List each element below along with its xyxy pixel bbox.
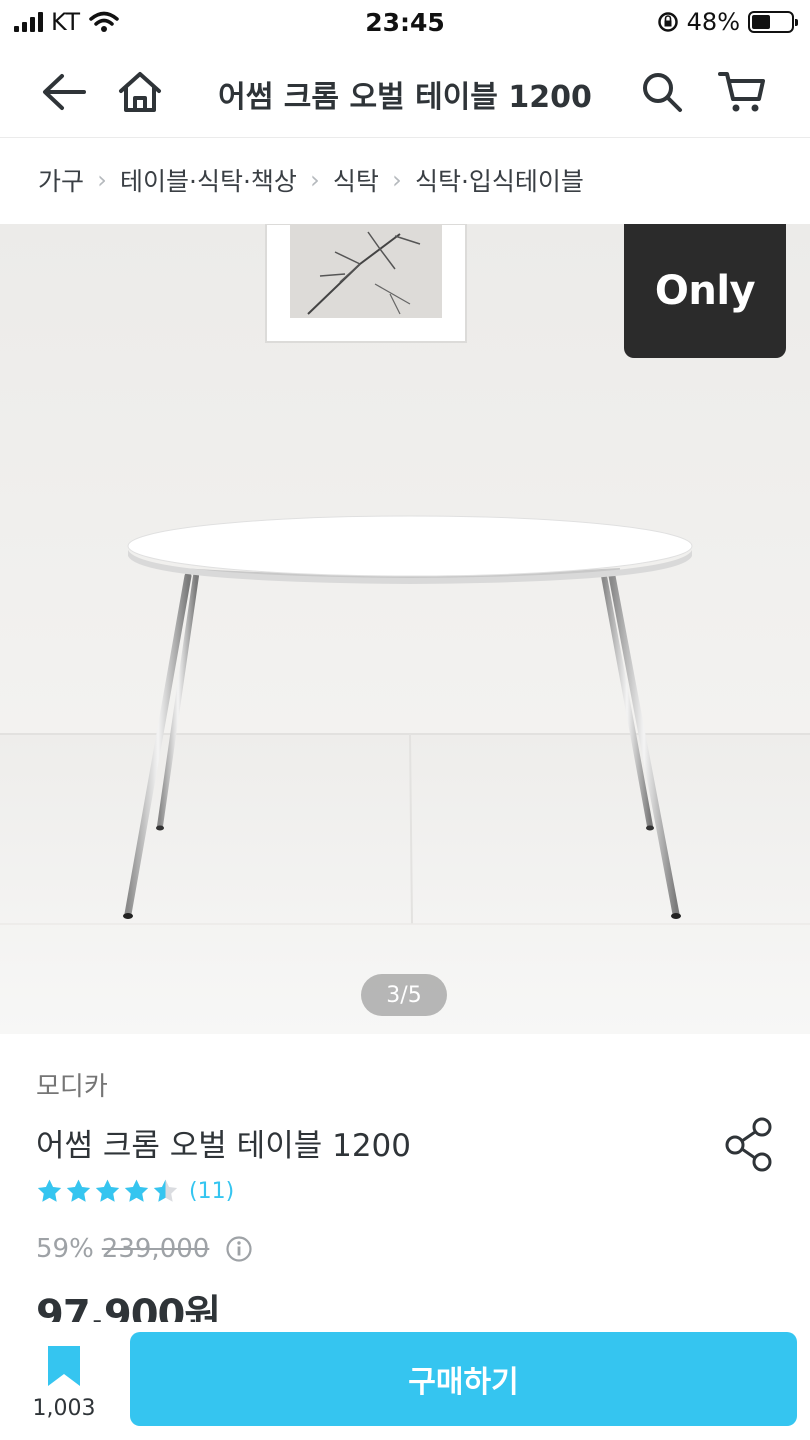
home-button[interactable] — [112, 64, 168, 120]
rating-stars — [36, 1178, 179, 1204]
bookmark-count: 1,003 — [32, 1396, 96, 1421]
share-icon — [725, 1117, 772, 1172]
star-icon — [37, 1179, 62, 1202]
star-icon — [124, 1179, 149, 1202]
price-discount-row: 59% 239,000 — [36, 1234, 253, 1264]
star-icon — [66, 1179, 91, 1202]
status-bar: KT 23:45 48% — [0, 0, 810, 46]
review-count: (11) — [189, 1178, 235, 1204]
discount-rate: 59% — [36, 1234, 94, 1264]
battery-percentage: 48% — [686, 8, 740, 36]
breadcrumb-item-tables[interactable]: 테이블·식탁·책상 — [120, 162, 297, 198]
status-right: 48% — [657, 8, 798, 36]
cart-button[interactable] — [714, 64, 770, 120]
breadcrumb-item-furniture[interactable]: 가구 — [38, 162, 84, 198]
search-icon — [643, 73, 682, 112]
star-icon — [153, 1179, 178, 1202]
page-title: 어썸 크롬 오벌 테이블 1200 — [218, 80, 592, 115]
product-name: 어썸 크롬 오벌 테이블 1200 — [36, 1128, 411, 1164]
bookmark-button[interactable]: 1,003 — [20, 1338, 108, 1432]
only-badge: Only — [624, 224, 786, 358]
home-icon — [119, 72, 161, 112]
brand-name[interactable]: 모디카 — [36, 1066, 108, 1103]
arrow-left-icon — [43, 74, 86, 110]
nav-bar: 어썸 크롬 오벌 테이블 1200 — [0, 46, 810, 138]
battery-icon — [748, 11, 798, 33]
image-page-indicator: 3/5 — [361, 974, 447, 1016]
share-button[interactable] — [720, 1114, 780, 1174]
cart-icon — [718, 72, 765, 112]
original-price: 239,000 — [101, 1234, 210, 1264]
bottom-action-bar: 1,003 구매하기 — [0, 1322, 810, 1440]
bookmark-icon — [48, 1346, 80, 1386]
orientation-lock-icon — [657, 12, 678, 32]
search-button[interactable] — [634, 64, 690, 120]
buy-button[interactable]: 구매하기 — [130, 1332, 797, 1426]
breadcrumb: 가구 › 테이블·식탁·책상 › 식탁 › 식탁·입식테이블 — [38, 162, 584, 198]
info-icon[interactable] — [225, 1235, 253, 1263]
breadcrumb-item-standing-table[interactable]: 식탁·입식테이블 — [415, 162, 584, 198]
chevron-right-icon: › — [97, 166, 107, 194]
back-button[interactable] — [36, 64, 92, 120]
chevron-right-icon: › — [310, 166, 320, 194]
star-icon — [95, 1179, 120, 1202]
product-image-gallery[interactable]: Only 3/5 — [0, 224, 810, 1034]
chevron-right-icon: › — [392, 166, 402, 194]
breadcrumb-item-dining-table[interactable]: 식탁 — [333, 162, 379, 198]
rating[interactable]: (11) — [36, 1178, 234, 1204]
